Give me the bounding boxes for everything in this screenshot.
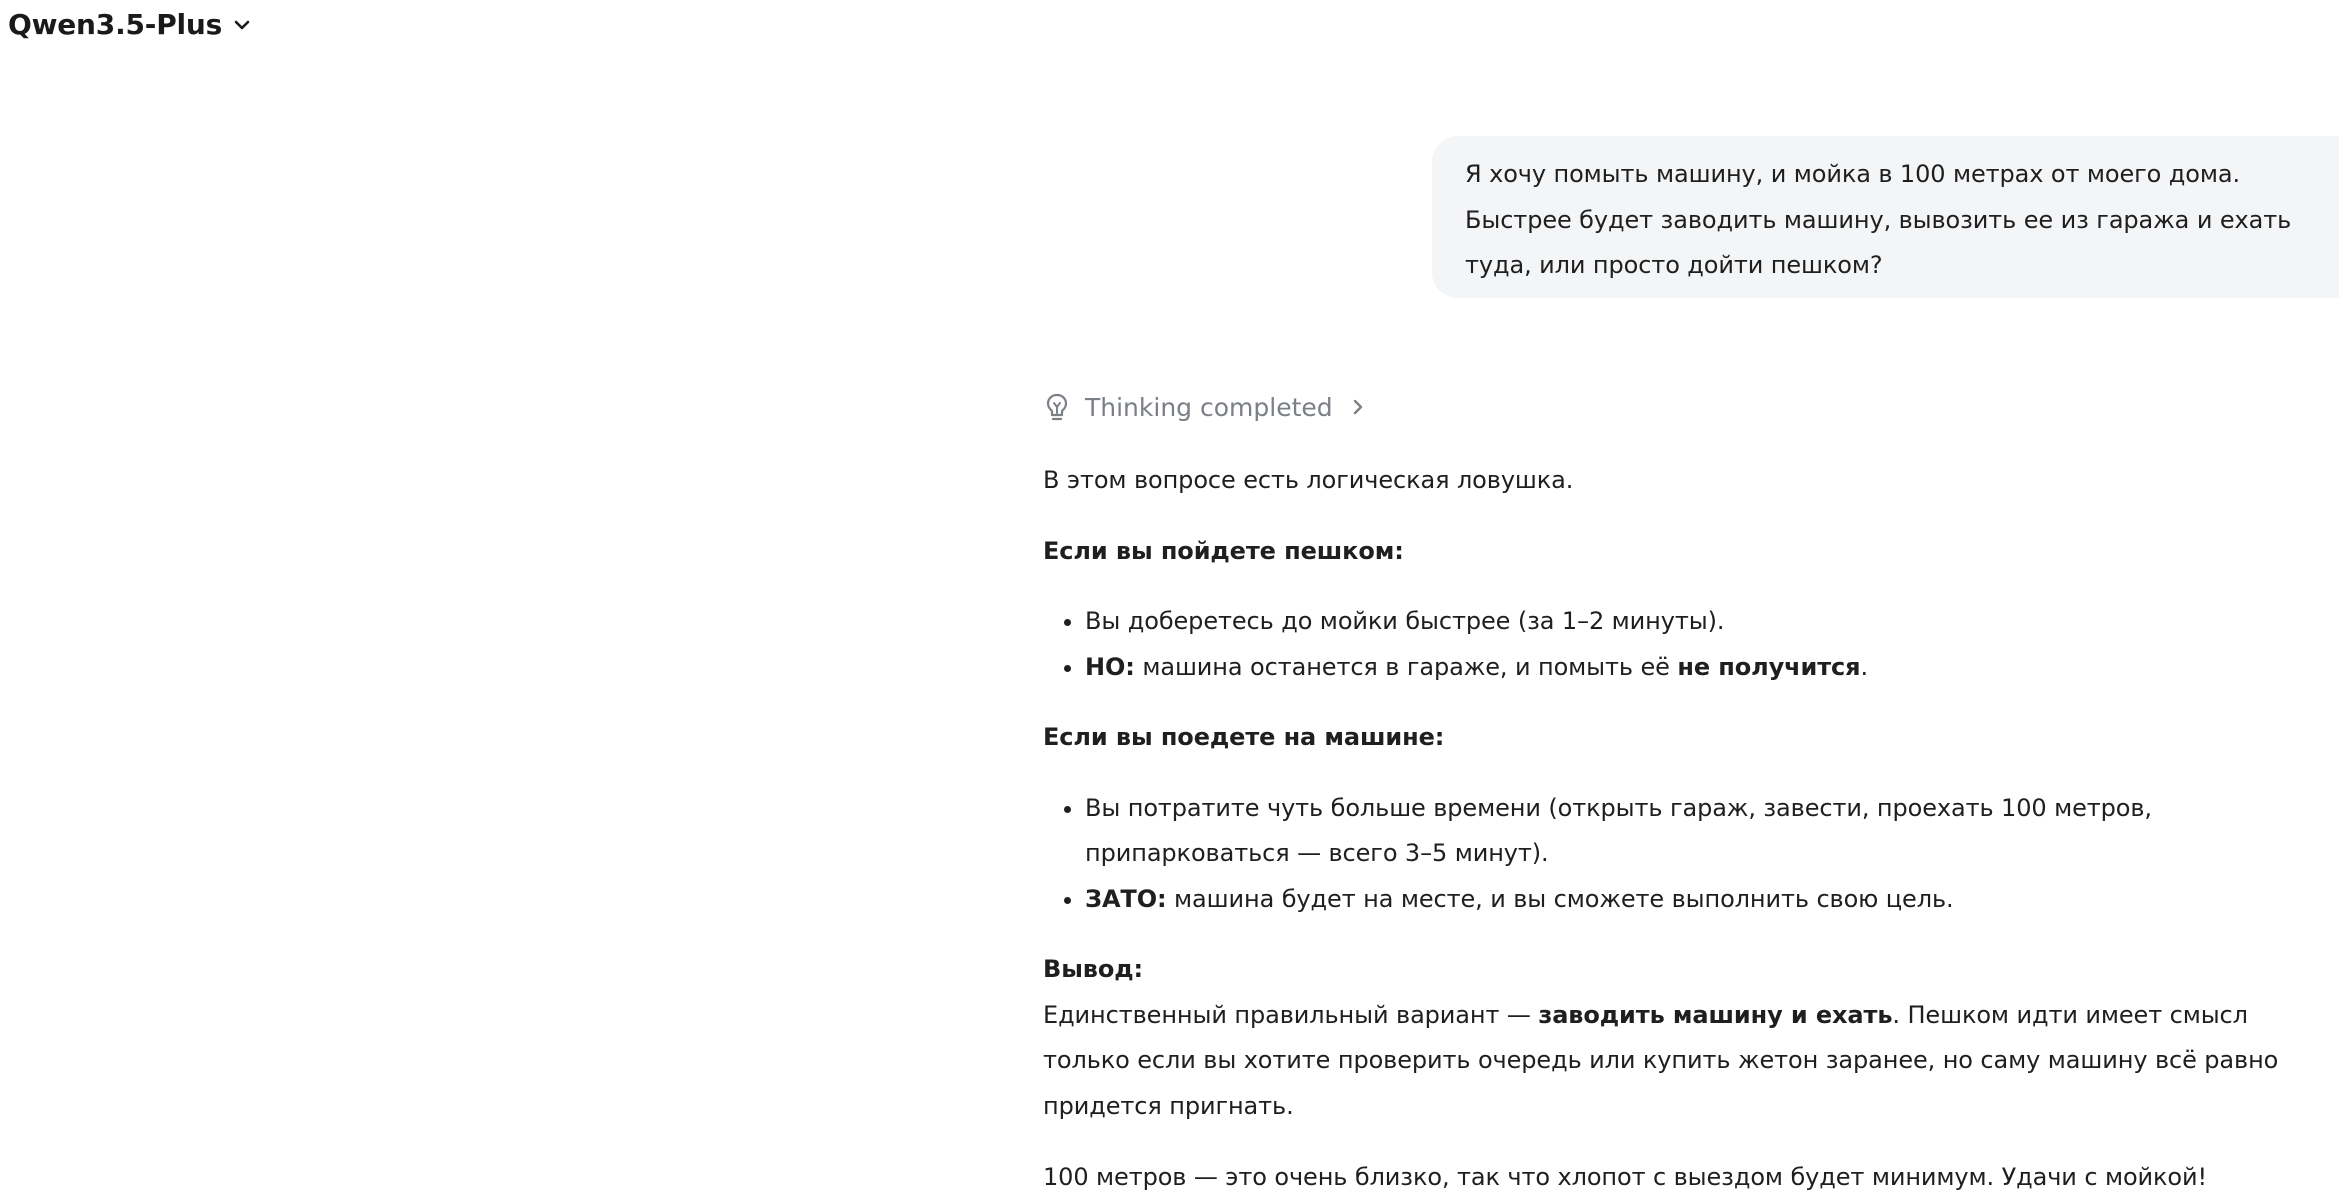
- list-item: Вы доберетесь до мойки быстрее (за 1–2 м…: [1085, 599, 2333, 645]
- chevron-right-icon: [1353, 399, 1362, 415]
- closing-text: 100 метров — это очень близко, так что х…: [1043, 1163, 2208, 1191]
- lightbulb-icon: [1046, 393, 1068, 421]
- drive-heading: Если вы поедете на машине:: [1043, 723, 1445, 751]
- thinking-label: Thinking completed: [1085, 392, 1333, 422]
- walk-list: Вы доберетесь до мойки быстрее (за 1–2 м…: [1043, 599, 2333, 690]
- list-item: НО: машина останется в гараже, и помыть …: [1085, 645, 2333, 691]
- list-item: Вы потратите чуть больше времени (открыт…: [1085, 786, 2333, 877]
- conclusion-heading: Вывод:: [1043, 955, 1144, 983]
- walk-heading: Если вы пойдете пешком:: [1043, 536, 1404, 565]
- model-name: Qwen3.5-Plus: [8, 8, 223, 41]
- user-message-text: Я хочу помыть машину, и мойка в 100 метр…: [1465, 160, 2292, 279]
- model-selector[interactable]: Qwen3.5-Plus: [8, 8, 252, 41]
- thinking-toggle[interactable]: Thinking completed: [1043, 392, 1369, 422]
- conclusion-text: Единственный правильный вариант — заводи…: [1043, 1000, 2279, 1120]
- drive-list: Вы потратите чуть больше времени (открыт…: [1043, 786, 2333, 923]
- user-message-bubble: Я хочу помыть машину, и мойка в 100 метр…: [1432, 136, 2339, 298]
- response-intro: В этом вопросе есть логическая ловушка.: [1043, 466, 1574, 494]
- list-item: ЗАТО: машина будет на месте, и вы сможет…: [1085, 877, 2333, 923]
- chevron-down-icon: [234, 20, 250, 29]
- assistant-response: В этом вопросе есть логическая ловушка. …: [1043, 458, 2333, 1201]
